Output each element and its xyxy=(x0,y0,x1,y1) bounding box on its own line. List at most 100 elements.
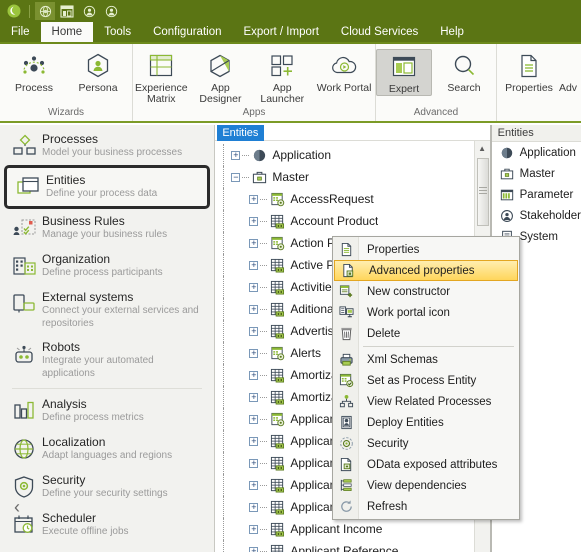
menu-item-export-import[interactable]: Export / Import xyxy=(232,22,329,42)
tree-expander-toggle[interactable]: + xyxy=(249,524,259,534)
menu-item-cloud-services[interactable]: Cloud Services xyxy=(330,22,429,42)
tree-node-row[interactable]: + Application xyxy=(215,144,489,166)
entity-list-row[interactable]: Master xyxy=(492,163,581,184)
user-circle-alt-icon[interactable] xyxy=(101,2,121,20)
tree-expander-toggle[interactable]: + xyxy=(249,458,259,468)
context-menu-item[interactable]: Work portal icon xyxy=(333,302,519,323)
context-menu-item[interactable]: Set as Process Entity xyxy=(333,370,519,391)
ribbon-button-expert[interactable]: Expert xyxy=(376,49,432,96)
tree-expander-toggle[interactable]: + xyxy=(231,150,241,160)
ribbon-button-search[interactable]: Search xyxy=(432,49,496,94)
tree-connector xyxy=(260,506,268,508)
tree-indent-guide xyxy=(223,518,249,540)
ribbon-button-persona[interactable]: Persona xyxy=(66,49,130,94)
menu-item-configuration[interactable]: Configuration xyxy=(142,22,232,42)
context-menu-item[interactable]: Refresh xyxy=(333,496,519,517)
menu-item-home[interactable]: Home xyxy=(40,22,94,42)
context-menu-item[interactable]: Advanced properties xyxy=(334,260,518,281)
properties-doc-icon xyxy=(517,51,541,81)
tree-node-row[interactable]: + AccessRequest xyxy=(215,188,489,210)
window-layout-icon[interactable] xyxy=(57,2,77,20)
tree-expander-toggle[interactable]: + xyxy=(249,282,259,292)
tree-node-row[interactable]: + Account Product xyxy=(215,210,489,232)
context-menu-item[interactable]: Delete xyxy=(333,323,519,344)
entity-table-icon xyxy=(269,368,286,383)
ribbon-button-experience-matrix[interactable]: Experience Matrix xyxy=(133,49,190,105)
app-designer-icon xyxy=(205,51,235,81)
context-menu-item[interactable]: OData exposed attributes xyxy=(333,454,519,475)
sidebar-collapse-button[interactable]: ‹ xyxy=(14,497,20,518)
tree-expander-toggle[interactable]: + xyxy=(249,546,259,552)
context-menu-item[interactable]: Security xyxy=(333,433,519,454)
sidebar-item-entities[interactable]: Entities Define your process data xyxy=(4,165,211,209)
menu-item-file[interactable]: File xyxy=(0,22,41,42)
tree-node-row[interactable]: + Applicant Income xyxy=(215,518,489,540)
menu-item-help[interactable]: Help xyxy=(429,22,475,42)
tree-expander-toggle[interactable]: + xyxy=(249,348,259,358)
sidebar-item-localization[interactable]: Localization Adapt languages and regions xyxy=(0,430,214,468)
sidebar-item-organization[interactable]: Organization Define process participants xyxy=(0,247,214,285)
context-menu-item[interactable]: View dependencies xyxy=(333,475,519,496)
tree-expander-toggle[interactable]: − xyxy=(231,172,241,182)
entity-list-row[interactable]: Stakeholder xyxy=(492,205,581,226)
tree-expander-toggle[interactable]: + xyxy=(249,326,259,336)
tree-expander-toggle[interactable]: + xyxy=(249,502,259,512)
tree-expander-toggle[interactable]: + xyxy=(249,436,259,446)
sidebar-item-processes[interactable]: Processes Model your business processes xyxy=(0,127,214,165)
tree-expander-toggle[interactable]: + xyxy=(249,194,259,204)
sidebar-item-scheduler[interactable]: Scheduler Execute offline jobs xyxy=(0,506,214,544)
context-menu-item[interactable]: New constructor xyxy=(333,281,519,302)
ribbon-button-advanced[interactable]: Adv xyxy=(555,49,581,94)
ribbon-button-app-designer[interactable]: App Designer xyxy=(190,49,252,105)
entity-list-row[interactable]: Application xyxy=(492,142,581,163)
entity-table-icon xyxy=(269,302,286,317)
sidebar-item-robots[interactable]: Robots Integrate your automated applicat… xyxy=(0,335,214,385)
context-menu-item-label: Security xyxy=(367,437,409,450)
globe-icon[interactable] xyxy=(35,2,55,20)
tree-tab-bar: Entities xyxy=(215,125,490,141)
tree-expander-toggle[interactable]: + xyxy=(249,480,259,490)
ribbon-group-label: Advanced xyxy=(413,107,459,118)
menu-item-tools[interactable]: Tools xyxy=(93,22,142,42)
ribbon-button-work-portal[interactable]: Work Portal xyxy=(313,49,375,94)
app-logo-icon[interactable] xyxy=(4,2,24,20)
context-menu-item[interactable]: View Related Processes xyxy=(333,391,519,412)
context-menu-item-label: Properties xyxy=(367,243,420,256)
entity-list-label: Master xyxy=(519,167,555,180)
scroll-up-arrow[interactable]: ▲ xyxy=(475,141,490,156)
tree-indent-guide xyxy=(223,254,249,276)
tree-node-label: Alerts xyxy=(290,346,322,360)
ribbon-button-app-launcher[interactable]: App Launcher xyxy=(251,49,313,105)
ribbon-button-process[interactable]: Process xyxy=(2,49,66,94)
sidebar-item-external-systems[interactable]: External systems Connect your external s… xyxy=(0,285,214,335)
sidebar-item-title: Processes xyxy=(42,132,99,146)
tree-expander-toggle[interactable]: + xyxy=(249,370,259,380)
ribbon-button-label: Process xyxy=(15,82,53,94)
tree-node-row[interactable]: − Master xyxy=(215,166,489,188)
sidebar-item-business-rules[interactable]: Business Rules Manage your business rule… xyxy=(0,209,214,247)
tree-node-label: Applicant Reference xyxy=(290,544,399,552)
context-menu-item[interactable]: Xml Schemas xyxy=(333,349,519,370)
entity-table-icon xyxy=(269,214,286,229)
tree-expander-toggle[interactable]: + xyxy=(249,414,259,424)
sidebar-item-analysis[interactable]: Analysis Define process metrics xyxy=(0,392,214,430)
tree-expander-toggle[interactable]: + xyxy=(249,392,259,402)
tree-expander-toggle[interactable]: + xyxy=(249,260,259,270)
context-menu-item[interactable]: Deploy Entities xyxy=(333,412,519,433)
tab-entities[interactable]: Entities xyxy=(217,125,265,141)
tree-expander-toggle[interactable]: + xyxy=(249,304,259,314)
sidebar-item-subtitle: Model your business processes xyxy=(42,147,183,158)
tree-connector xyxy=(260,264,268,266)
right-panel-tab-entities[interactable]: Entities xyxy=(498,127,534,139)
context-menu-item[interactable]: Properties xyxy=(333,239,519,260)
context-menu-item-label: Deploy Entities xyxy=(367,416,444,429)
tree-node-row[interactable]: + Applicant Reference xyxy=(215,540,489,552)
sidebar-item-security[interactable]: Security Define your security settings xyxy=(0,468,214,506)
tree-expander-toggle[interactable]: + xyxy=(249,238,259,248)
entity-gear-icon xyxy=(269,346,286,361)
ribbon-button-properties[interactable]: Properties xyxy=(503,49,555,94)
tree-indent-guide xyxy=(223,342,249,364)
tree-expander-toggle[interactable]: + xyxy=(249,216,259,226)
user-circle-icon[interactable] xyxy=(79,2,99,20)
entity-list-row[interactable]: Parameter xyxy=(492,184,581,205)
